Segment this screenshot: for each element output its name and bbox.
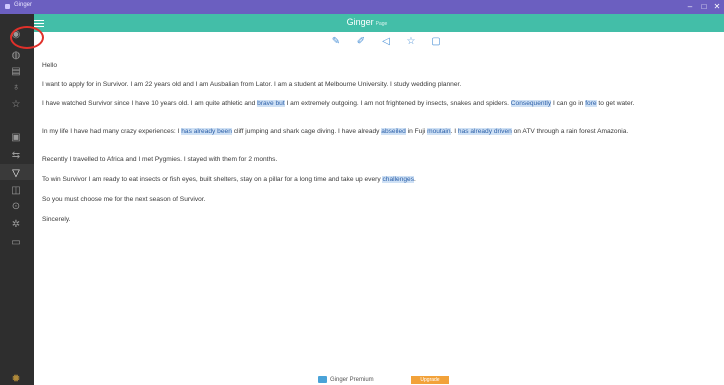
play-icon[interactable]: ⊙: [9, 200, 23, 212]
window-title-bar: Ginger – □ ✕: [0, 0, 724, 14]
premium-label: Ginger Premium: [330, 376, 374, 383]
correction-highlight[interactable]: moutain: [427, 128, 451, 135]
paragraph-4: Recently I travelled to Africa and I met…: [42, 156, 278, 163]
minimize-button[interactable]: –: [683, 1, 697, 13]
chat-icon[interactable]: ▽: [9, 167, 23, 179]
greeting: Hello: [42, 62, 58, 69]
document-icon[interactable]: ▤: [9, 65, 23, 77]
left-sidebar: ◉ ◍ ▤ ♁ ☆ ▣ ⇆ ▽ ◫ ⊙ ✲ ▭ ✹: [0, 14, 34, 385]
document-toolbar: ✎ ✐ ◁ ☆ ▢: [330, 37, 442, 47]
paragraph-6: So you must choose me for the next seaso…: [42, 196, 206, 203]
edit-icon[interactable]: ✎: [330, 37, 342, 47]
translate-icon[interactable]: ⇆: [9, 149, 23, 161]
clipboard-icon[interactable]: ▢: [430, 37, 442, 47]
correction-highlight[interactable]: abseiled: [381, 128, 406, 135]
correction-highlight[interactable]: Consequently: [510, 100, 552, 107]
brand-suffix: Page: [375, 21, 388, 27]
paragraph-3: In my life I have had many crazy experie…: [42, 128, 629, 135]
paragraph-2: I have watched Survivor since I have 10 …: [42, 100, 635, 107]
gear-icon[interactable]: ✲: [9, 218, 23, 230]
premium-link[interactable]: Ginger Premium: [318, 376, 374, 383]
maximize-button[interactable]: □: [697, 1, 711, 13]
correction-highlight[interactable]: has already driven: [457, 128, 512, 135]
pen-icon[interactable]: ✐: [355, 37, 367, 47]
file-icon[interactable]: ▣: [9, 131, 23, 143]
microphone-icon[interactable]: ♁: [9, 81, 23, 93]
app-logo-icon: [5, 4, 10, 9]
premium-icon: [318, 376, 327, 383]
brand-name: Ginger: [346, 17, 374, 27]
correction-highlight[interactable]: has already been: [181, 128, 232, 135]
correction-highlight[interactable]: challenges: [382, 176, 415, 183]
app-header: Ginger Page: [10, 14, 724, 32]
upgrade-button[interactable]: Upgrade: [411, 376, 449, 384]
globe-icon[interactable]: ◍: [9, 49, 23, 61]
star-icon[interactable]: ☆: [9, 98, 23, 110]
correction-highlight[interactable]: fore: [585, 100, 597, 107]
book-icon[interactable]: ◫: [9, 184, 23, 196]
window-title: Ginger: [14, 2, 33, 8]
closing: Sincerely.: [42, 216, 71, 223]
close-button[interactable]: ✕: [710, 1, 724, 13]
speaker-icon[interactable]: ◁: [380, 37, 392, 47]
comment-icon[interactable]: ▭: [9, 236, 23, 248]
correction-highlight[interactable]: brave but: [257, 100, 285, 107]
paragraph-1: I want to apply for in Survivor. I am 22…: [42, 81, 462, 88]
footer-bar: Ginger Premium Upgrade: [0, 375, 724, 385]
brand-title: Ginger Page: [10, 17, 724, 27]
highlight-circle: [10, 26, 44, 49]
favorite-icon[interactable]: ☆: [405, 37, 417, 47]
paragraph-5: To win Survivor I am ready to eat insect…: [42, 176, 416, 183]
